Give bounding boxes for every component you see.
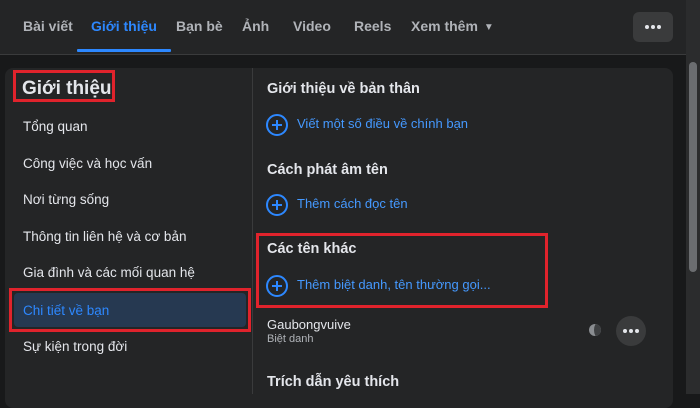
more-dots-icon: [645, 25, 661, 29]
section-title-pronunciation: Cách phát âm tên: [267, 162, 388, 178]
section-title-other-names: Các tên khác: [267, 241, 357, 257]
tab-see-more[interactable]: Xem thêm ▼: [411, 0, 494, 52]
sidebar-title: Giới thiệu: [13, 70, 115, 102]
nickname-options-button[interactable]: [616, 316, 646, 346]
add-circle-icon: [266, 194, 288, 216]
sidebar-item-life-events[interactable]: Sự kiện trong đời: [23, 339, 127, 354]
tab-about[interactable]: Giới thiệu: [77, 0, 171, 52]
section-title-favorite-quotes: Trích dẫn yêu thích: [267, 374, 400, 390]
add-nickname-label: Thêm biệt danh, tên thường gọi...: [297, 277, 491, 292]
sidebar-item-places-lived[interactable]: Nơi từng sống: [23, 192, 109, 207]
globe-icon[interactable]: [589, 324, 601, 336]
sidebar-item-details[interactable]: Chi tiết về bạn: [9, 288, 251, 332]
section-title-about-you: Giới thiệu về bản thân: [267, 81, 420, 97]
add-circle-icon: [266, 114, 288, 136]
more-options-button[interactable]: [633, 12, 673, 42]
caret-down-icon: ▼: [483, 22, 494, 33]
add-pronunciation-label: Thêm cách đọc tên: [297, 196, 408, 211]
add-circle-icon: [266, 275, 288, 297]
sidebar-item-contact-basic[interactable]: Thông tin liên hệ và cơ bản: [23, 229, 186, 244]
sidebar-item-family[interactable]: Gia đình và các mối quan hệ: [23, 265, 195, 280]
nickname-type: Biệt danh: [267, 333, 314, 345]
tab-posts[interactable]: Bài viết: [23, 0, 73, 52]
tab-reels[interactable]: Reels: [354, 0, 391, 52]
more-dots-icon: [623, 329, 639, 333]
sidebar-divider: [252, 68, 253, 394]
scrollbar-thumb[interactable]: [689, 62, 697, 272]
sidebar-item-work-education[interactable]: Công việc và học vấn: [23, 156, 152, 171]
add-about-label: Viết một số điều về chính bạn: [297, 116, 469, 131]
sidebar-item-label: Chi tiết về bạn: [23, 303, 110, 318]
tab-photos[interactable]: Ảnh: [242, 0, 269, 52]
tab-video[interactable]: Video: [293, 0, 331, 52]
see-more-label: Xem thêm: [411, 18, 478, 34]
nickname-value: Gaubongvuive: [267, 317, 351, 332]
tab-friends[interactable]: Bạn bè: [176, 0, 223, 52]
profile-tab-bar: Bài viết Giới thiệu Bạn bè Ảnh Video Ree…: [0, 0, 686, 55]
sidebar-item-overview[interactable]: Tổng quan: [23, 119, 88, 134]
